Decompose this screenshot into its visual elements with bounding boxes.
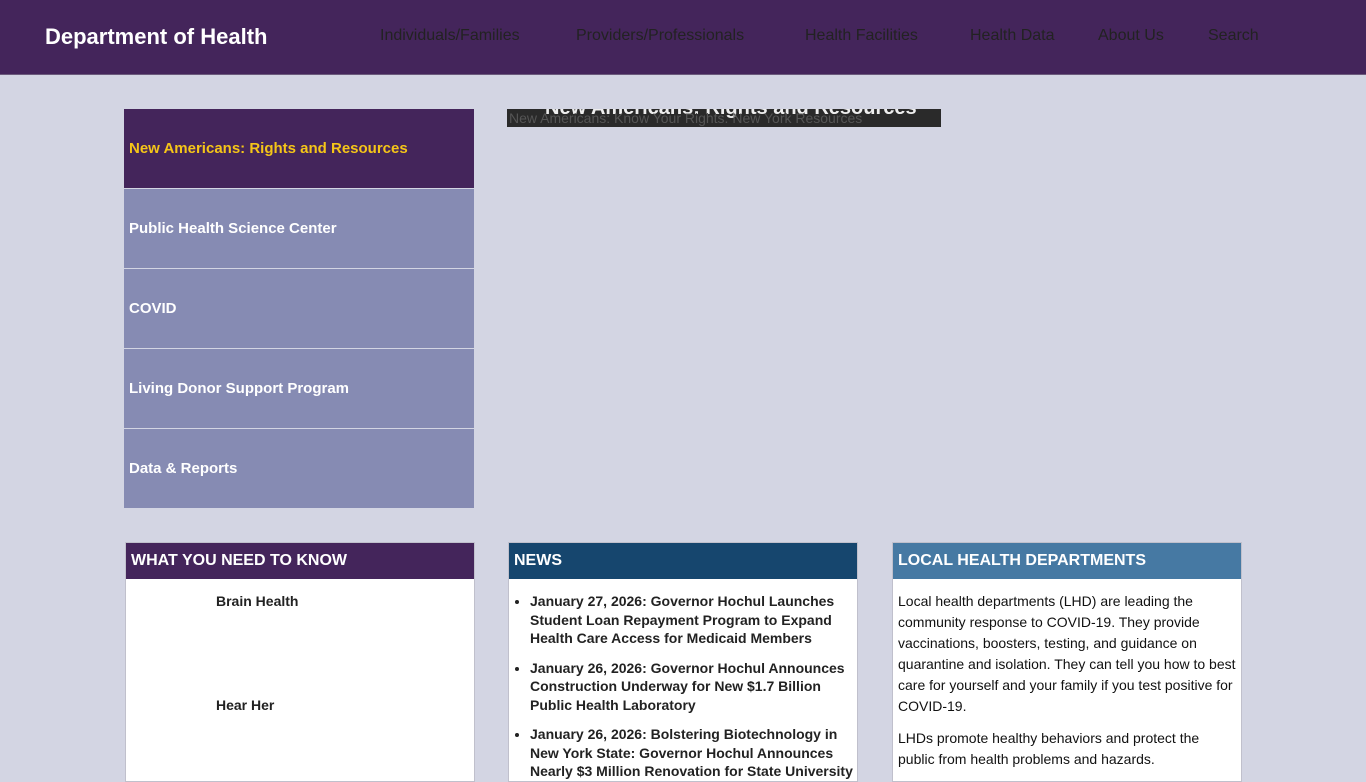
news-item[interactable]: January 26, 2026: Bolstering Biotechnolo… [530, 725, 853, 781]
news-item[interactable]: January 26, 2026: Governor Hochul Announ… [530, 659, 853, 715]
panel-heading: LOCAL HEALTH DEPARTMENTS [893, 543, 1241, 579]
feature-menu: New Americans: Rights and Resources Publ… [124, 109, 474, 509]
site-brand[interactable]: Department of Health [45, 24, 267, 50]
nav-about-us[interactable]: About Us [1098, 27, 1164, 45]
panel-heading: WHAT YOU NEED TO KNOW [126, 543, 474, 579]
local-health-departments-panel: LOCAL HEALTH DEPARTMENTS Local health de… [892, 542, 1242, 782]
feature-item-science-center[interactable]: Public Health Science Center [124, 189, 474, 269]
feature-item-data-reports[interactable]: Data & Reports [124, 429, 474, 509]
feature-item-living-donor[interactable]: Living Donor Support Program [124, 349, 474, 429]
hero-image[interactable]: New Americans: Rights and Resources New … [507, 109, 941, 127]
know-item-brain-health[interactable]: Brain Health [216, 593, 298, 609]
panel-heading: NEWS [509, 543, 857, 579]
news-item[interactable]: January 27, 2026: Governor Hochul Launch… [530, 592, 853, 648]
news-panel: NEWS January 27, 2026: Governor Hochul L… [508, 542, 858, 782]
nav-search[interactable]: Search [1208, 27, 1259, 45]
know-item-hear-her[interactable]: Hear Her [216, 697, 274, 713]
lhd-description-secondary: LHDs promote healthy behaviors and prote… [898, 730, 1200, 767]
nav-individuals-families[interactable]: Individuals/Families [380, 27, 520, 45]
news-list: January 27, 2026: Governor Hochul Launch… [509, 592, 857, 781]
nav-health-facilities[interactable]: Health Facilities [805, 27, 918, 45]
lhd-description: Local health departments (LHD) are leadi… [898, 593, 1236, 714]
hero-image-alt-text: New Americans: Know Your Rights. New Yor… [509, 110, 863, 126]
nav-health-data[interactable]: Health Data [970, 27, 1055, 45]
feature-item-new-americans[interactable]: New Americans: Rights and Resources [124, 109, 474, 189]
site-header: Department of Health Individuals/Familie… [0, 0, 1366, 75]
feature-item-covid[interactable]: COVID [124, 269, 474, 349]
nav-providers-professionals[interactable]: Providers/Professionals [576, 27, 744, 45]
what-you-need-to-know-panel: WHAT YOU NEED TO KNOW Brain Health Hear … [125, 542, 475, 782]
